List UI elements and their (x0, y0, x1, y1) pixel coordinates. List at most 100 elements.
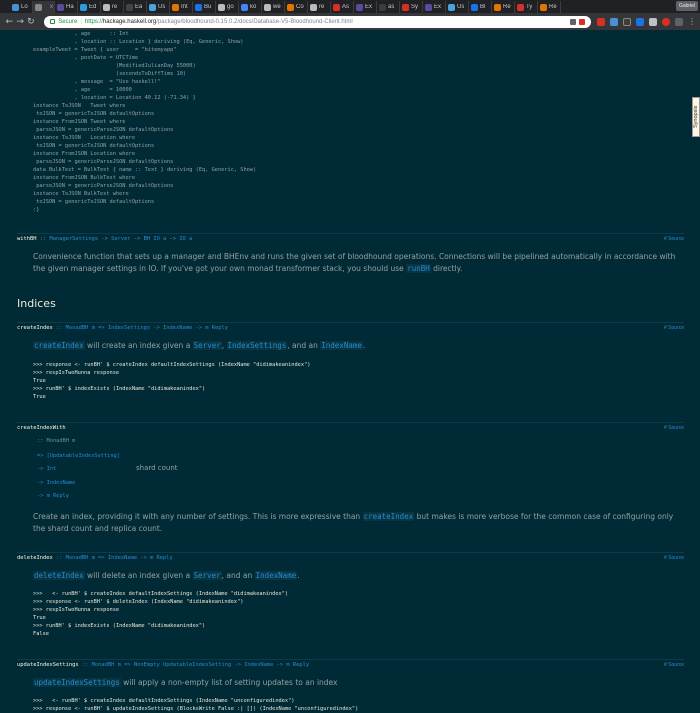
browser-tab[interactable]: Bu (193, 1, 216, 13)
tab-close-icon[interactable]: x (50, 4, 54, 10)
desc-text: Convenience function that sets up a mana… (33, 252, 676, 273)
extension-gmail-icon[interactable] (596, 17, 605, 26)
source-link[interactable]: # Source (664, 555, 684, 561)
arg-int[interactable]: -> Int (37, 466, 56, 472)
source-link[interactable]: # Source (664, 236, 684, 242)
browser-tab[interactable]: Ex (423, 1, 446, 13)
browser-tab[interactable]: Co (285, 1, 308, 13)
tab-label: Us (158, 4, 166, 10)
synopsis-tab[interactable]: Synopsis (692, 97, 700, 137)
synopsis-label: Synopsis (693, 105, 699, 128)
browser-tab[interactable]: Sy (400, 1, 423, 13)
type-link[interactable]: Server (111, 236, 130, 242)
bookmark-star-icon[interactable] (578, 18, 585, 25)
source-link[interactable]: # Source (664, 662, 684, 668)
updateIndexSettings-signature: updateIndexSettings :: MonadBH m => NonE… (17, 659, 684, 668)
code-line: exampleTweet = Tweet { user = "bitemyapp… (33, 47, 177, 53)
updateIndexSettings-link[interactable]: updateIndexSettings (33, 678, 121, 687)
code-line: , message = "Use haskell!" (33, 79, 161, 85)
tab-label: Bu (204, 4, 212, 10)
browser-tab[interactable]: Re (492, 1, 515, 13)
runBH-link[interactable]: runBH (406, 264, 431, 273)
browser-tab[interactable]: Int (170, 1, 193, 13)
browser-tab[interactable]: Ed (78, 1, 101, 13)
browser-tab[interactable]: Ex (354, 1, 377, 13)
reload-icon[interactable]: ↻ (26, 17, 37, 27)
tab-favicon-icon (494, 3, 501, 11)
type-link[interactable]: ManagerSettings (49, 236, 98, 242)
address-bar[interactable]: Secure | https://hackage.haskell.org/pac… (44, 15, 591, 28)
omnibox-icons (569, 18, 585, 25)
tab-label: Ed (89, 4, 97, 10)
IndexName-link[interactable]: IndexName (254, 571, 298, 580)
menu-icon[interactable]: ⋮ (688, 17, 696, 26)
type-link[interactable]: BH IO a (144, 236, 167, 242)
forward-icon[interactable]: → (15, 17, 26, 27)
browser-tab[interactable]: re (101, 1, 124, 13)
type-signature: :: MonadBH m => NonEmpty UpdatableIndexS… (78, 662, 310, 668)
tab-favicon-icon (402, 3, 409, 11)
deleteIndex-link[interactable]: deleteIndex (33, 571, 85, 580)
browser-tab[interactable]: re (308, 1, 331, 13)
url-text[interactable]: https://hackage.haskell.org/package/bloo… (85, 19, 353, 25)
createIndex-description: createIndex will create an index given a… (33, 341, 366, 350)
tab-favicon-icon (517, 3, 524, 11)
browser-tab[interactable]: Lo (10, 1, 33, 13)
browser-tab[interactable]: Us (147, 1, 170, 13)
browser-tab[interactable]: Us (446, 1, 469, 13)
Server-link[interactable]: Server (192, 571, 222, 580)
tab-favicon-icon (241, 3, 248, 11)
arg-indexname[interactable]: -> IndexName (37, 480, 75, 486)
tab-label: go (227, 4, 234, 10)
createIndex-name: createIndex (17, 325, 53, 331)
browser-tab[interactable]: Re (538, 1, 561, 13)
extension-red-icon[interactable] (661, 17, 670, 26)
createIndex-link[interactable]: createIndex (362, 512, 415, 521)
type-link[interactable]: IO a (179, 236, 192, 242)
tab-label: ko (250, 4, 257, 10)
arg-settings[interactable]: => [UpdatableIndexSetting] (37, 453, 120, 459)
Server-link[interactable]: Server (192, 341, 222, 350)
arg-shard-count-doc: shard count (136, 464, 178, 472)
IndexName-link[interactable]: IndexName (320, 341, 363, 350)
deleteIndex-example: >>> <- runBH' $ createIndex defaultIndex… (33, 591, 289, 637)
browser-tab[interactable]: x (33, 1, 55, 13)
profile-button[interactable]: Gabriel (676, 1, 698, 11)
deleteIndex-name: deleteIndex (17, 555, 53, 561)
code-line: parseJSON = genericParseJSON defaultOpti… (33, 183, 174, 189)
back-icon[interactable]: ← (4, 17, 15, 27)
browser-tab[interactable]: we (262, 1, 285, 13)
IndexSettings-link[interactable]: IndexSettings (226, 341, 288, 350)
code-line: parseJSON = genericParseJSON defaultOpti… (33, 127, 174, 133)
tab-label: Co (296, 4, 304, 10)
arg-result[interactable]: -> m Reply (37, 493, 69, 499)
source-link[interactable]: # Source (664, 425, 684, 431)
withBH-signature: withBH :: ManagerSettings -> Server -> B… (17, 233, 684, 242)
withBH-name: withBH (17, 236, 37, 242)
extension-blue-icon[interactable] (609, 17, 618, 26)
extension-dark-icon[interactable] (674, 17, 683, 26)
tab-favicon-icon (172, 3, 179, 11)
extension-grid-icon[interactable] (622, 17, 631, 26)
createIndex-link[interactable]: createIndex (33, 341, 85, 350)
tab-favicon-icon (310, 3, 317, 11)
browser-tab[interactable]: Ea (124, 1, 147, 13)
extension-gray-icon[interactable] (648, 17, 657, 26)
createIndexWith-description: Create an index, providing it with any n… (33, 512, 674, 533)
tab-label: As (342, 4, 350, 10)
tab-favicon-icon (471, 3, 478, 11)
tab-favicon-icon (35, 3, 42, 11)
browser-tab[interactable]: go (216, 1, 239, 13)
browser-tab[interactable]: as (377, 1, 400, 13)
browser-tab[interactable]: ko (239, 1, 262, 13)
sig-part: -> (166, 236, 180, 242)
browser-tab[interactable]: Bl (469, 1, 492, 13)
browser-tab[interactable]: As (331, 1, 354, 13)
extension-circle-icon[interactable] (635, 17, 644, 26)
browser-tab[interactable]: Ty (515, 1, 538, 13)
browser-tab[interactable]: Ha (55, 1, 78, 13)
source-link[interactable]: # Source (664, 325, 684, 331)
key-icon[interactable] (569, 18, 576, 25)
lock-icon[interactable] (50, 19, 56, 24)
code-line: , postDate = UTCTime (33, 55, 139, 61)
